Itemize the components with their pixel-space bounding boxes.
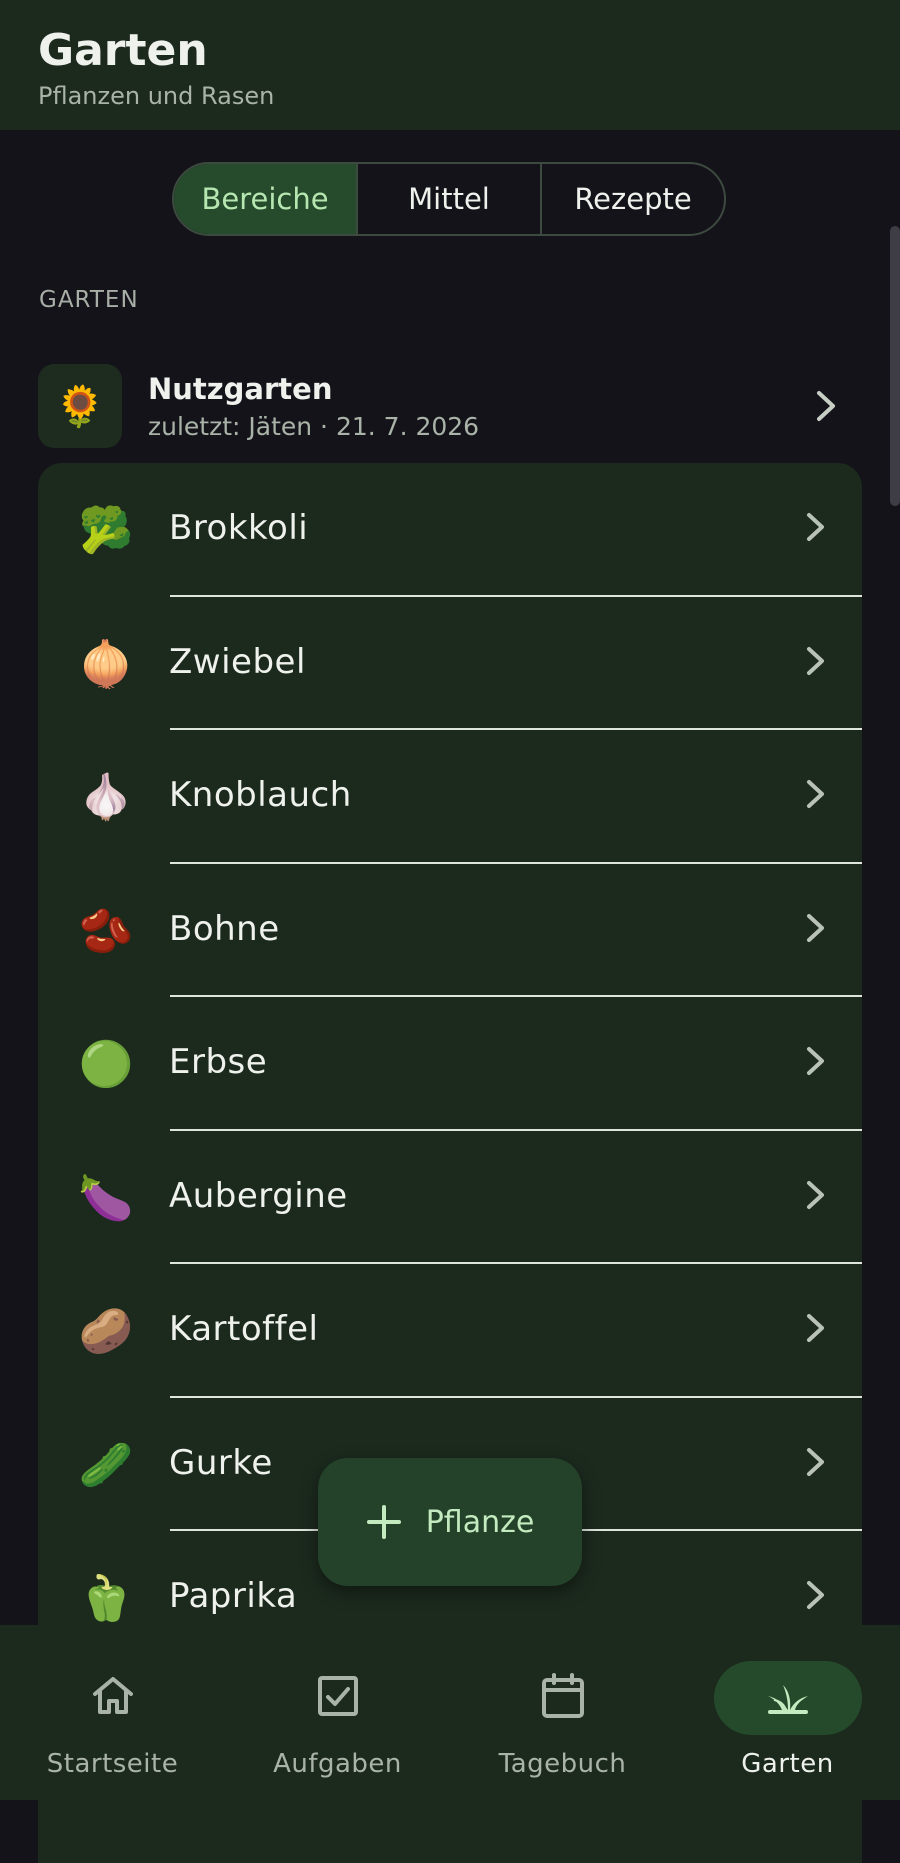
nav-label: Tagebuch [498, 1749, 627, 1779]
plant-row-bohne[interactable]: 🫘 Bohne [38, 864, 862, 998]
plant-name: Bohne [169, 908, 280, 949]
home-icon [92, 1677, 133, 1714]
chevron-right-icon [807, 780, 824, 808]
scrollbar-thumb[interactable] [890, 226, 900, 506]
chevron-right-icon [807, 646, 824, 675]
onion-icon: 🧅 [78, 638, 134, 690]
broccoli-icon: 🥦 [78, 505, 134, 556]
pea-icon: 🟢 [78, 1039, 134, 1090]
nav-label: Startseite [46, 1749, 179, 1779]
plant-name: Erbse [169, 1042, 268, 1082]
plant-name: Zwiebel [169, 641, 306, 682]
chevron-right-icon [817, 391, 835, 421]
nav-label: Aufgaben [273, 1749, 402, 1779]
plant-row-zwiebel[interactable]: 🧅 Zwiebel [38, 597, 862, 731]
calendar-icon [541, 1673, 584, 1718]
plant-name: Knoblauch [169, 775, 352, 815]
plant-icon [767, 1685, 808, 1714]
page-title: Garten [38, 25, 208, 76]
plant-row-knoblauch[interactable]: 🧄 Knoblauch [38, 730, 862, 864]
plant-row-brokkoli[interactable]: 🥦 Brokkoli [38, 463, 862, 597]
plant-name: Kartoffel [169, 1309, 319, 1349]
nav-tagebuch[interactable]: Tagebuch [450, 1625, 675, 1800]
bell-pepper-icon: 🫑 [78, 1573, 134, 1624]
area-last-activity: zuletzt: Jäten · 21. 7. 2026 [148, 412, 480, 441]
chevron-right-icon [807, 1047, 824, 1075]
nav-garten[interactable]: Garten [675, 1625, 900, 1800]
plant-name: Brokkoli [169, 508, 309, 548]
segmented-tabs: Bereiche Mittel Rezepte [172, 162, 726, 236]
area-name: Nutzgarten [148, 372, 333, 406]
tab-bereiche[interactable]: Bereiche [174, 164, 356, 234]
plant-row-erbse[interactable]: 🟢 Erbse [38, 997, 862, 1131]
potato-icon: 🥔 [78, 1306, 134, 1357]
plant-name: Paprika [169, 1576, 298, 1616]
add-plant-button[interactable]: Pflanze [318, 1458, 582, 1586]
plant-row-aubergine[interactable]: 🍆 Aubergine [38, 1131, 862, 1265]
plus-icon [366, 1505, 401, 1539]
beans-icon: 🫘 [78, 905, 134, 957]
tab-rezepte[interactable]: Rezepte [540, 164, 724, 234]
chevron-right-icon [807, 913, 824, 942]
plant-name: Aubergine [169, 1175, 348, 1216]
chevron-right-icon [807, 513, 824, 541]
page-subtitle: Pflanzen und Rasen [38, 82, 275, 110]
bottom-navigation: Startseite Aufgaben Tagebuch Garten [0, 1625, 900, 1800]
eggplant-icon: 🍆 [78, 1172, 134, 1224]
sunflower-icon: 🌻 [38, 364, 122, 448]
tab-mittel[interactable]: Mittel [356, 164, 540, 234]
chevron-right-icon [807, 1314, 824, 1342]
checkbox-icon [317, 1676, 358, 1716]
add-plant-label: Pflanze [425, 1504, 535, 1540]
chevron-right-icon [807, 1180, 824, 1209]
garlic-icon: 🧄 [78, 772, 134, 823]
nav-label: Garten [741, 1749, 834, 1779]
chevron-right-icon [807, 1581, 824, 1609]
plant-name: Gurke [169, 1442, 273, 1483]
top-app-bar: Garten Pflanzen und Rasen [0, 0, 900, 130]
plant-row-kartoffel[interactable]: 🥔 Kartoffel [38, 1264, 862, 1398]
chevron-right-icon [807, 1447, 824, 1476]
nav-startseite[interactable]: Startseite [0, 1625, 225, 1800]
area-card-nutzgarten[interactable]: 🌻 Nutzgarten zuletzt: Jäten · 21. 7. 202… [38, 364, 862, 448]
section-label: GARTEN [39, 287, 139, 313]
cucumber-icon: 🥒 [78, 1439, 134, 1491]
nav-aufgaben[interactable]: Aufgaben [225, 1625, 450, 1800]
